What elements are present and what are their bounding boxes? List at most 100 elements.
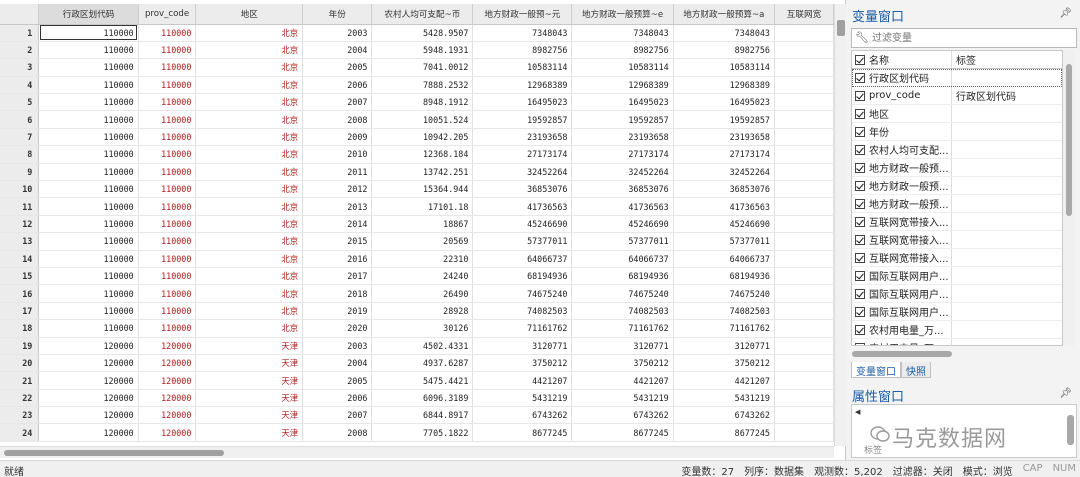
table-cell[interactable]: 36853076	[571, 180, 674, 199]
table-cell[interactable]: 26490	[371, 284, 474, 303]
table-cell[interactable]: 110000	[138, 284, 197, 303]
table-cell[interactable]	[774, 354, 834, 373]
table-cell[interactable]: 110000	[138, 93, 197, 112]
table-cell[interactable]: 2006	[302, 389, 373, 408]
table-cell[interactable]: 10583114	[472, 58, 573, 77]
variable-list-item[interactable]: 年份	[852, 123, 1062, 141]
table-cell[interactable]: 64066737	[472, 250, 573, 268]
table-cell[interactable]	[774, 423, 834, 442]
table-cell[interactable]: 110000	[38, 284, 139, 303]
table-cell[interactable]: 23193658	[571, 128, 674, 147]
variable-visible-checkbox[interactable]	[855, 108, 865, 119]
table-cell[interactable]: 18867	[371, 215, 474, 234]
variable-list-item[interactable]: prov_code 行政区划代码	[852, 87, 1062, 105]
variable-list-item[interactable]: 国际互联网用户...	[852, 285, 1062, 303]
table-cell[interactable]: 3750212	[472, 354, 573, 373]
table-cell[interactable]: 74675240	[571, 284, 674, 303]
table-cell[interactable]: 6096.3189	[371, 389, 474, 408]
table-cell[interactable]: 110000	[38, 197, 139, 216]
table-cell[interactable]: 2004	[302, 354, 373, 373]
table-cell[interactable]: 110000	[138, 76, 197, 95]
table-cell[interactable]: 北京	[195, 110, 304, 129]
tab-snapshots[interactable]: 快照	[901, 362, 931, 378]
table-cell[interactable]: 12968389	[673, 76, 775, 95]
table-cell[interactable]: 2003	[302, 337, 373, 355]
table-cell[interactable]: 2017	[302, 267, 373, 286]
row-number[interactable]: 4	[0, 76, 40, 95]
table-cell[interactable]: 110000	[138, 163, 197, 182]
expand-triangle-icon[interactable]: ◀	[855, 408, 860, 416]
variable-list-item[interactable]: 农村用电量_万...	[852, 339, 1062, 345]
table-cell[interactable]: 北京	[195, 302, 304, 321]
column-header[interactable]: prov_code	[138, 4, 197, 25]
table-cell[interactable]: 16495023	[472, 93, 573, 112]
table-cell[interactable]: 4421207	[472, 371, 573, 390]
row-number[interactable]: 24	[0, 423, 40, 442]
table-cell[interactable]: 北京	[195, 128, 304, 147]
table-cell[interactable]: 北京	[195, 250, 304, 268]
table-cell[interactable]	[774, 93, 834, 112]
table-cell[interactable]: 120000	[38, 337, 139, 355]
variable-list-item[interactable]: 互联网宽带接入...	[852, 231, 1062, 249]
table-cell[interactable]	[774, 284, 834, 303]
table-cell[interactable]: 5431219	[673, 389, 775, 408]
table-cell[interactable]: 12368.184	[371, 145, 474, 164]
table-cell[interactable]: 8677245	[673, 423, 775, 442]
variable-visible-checkbox[interactable]	[855, 270, 865, 281]
scrollbar-thumb[interactable]	[4, 450, 224, 456]
column-header[interactable]: 地区	[195, 4, 304, 25]
table-cell[interactable]: 110000	[138, 128, 197, 147]
table-cell[interactable]: 120000	[138, 337, 197, 355]
table-cell[interactable]: 7888.2532	[371, 76, 474, 95]
table-cell[interactable]: 7348043	[673, 24, 775, 42]
table-cell[interactable]: 30126	[371, 319, 474, 338]
table-cell[interactable]: 北京	[195, 197, 304, 216]
table-cell[interactable]: 2009	[302, 128, 373, 147]
table-cell[interactable]: 19592857	[472, 110, 573, 129]
row-number[interactable]: 14	[0, 250, 40, 268]
variable-list-item[interactable]: 农村人均可支配...	[852, 141, 1062, 159]
table-cell[interactable]: 北京	[195, 215, 304, 234]
table-cell[interactable]: 10942.205	[371, 128, 474, 147]
grid-vertical-scrollbar[interactable]	[834, 4, 846, 446]
data-grid[interactable]: 行政区划代码 prov_code 地区 年份 农村人均可支配~币 地方财政一般预~元 地方财…	[0, 4, 834, 446]
variable-visible-checkbox[interactable]	[855, 234, 865, 245]
table-cell[interactable]	[774, 232, 834, 251]
table-cell[interactable]: 110000	[38, 267, 139, 286]
table-cell[interactable]: 41736563	[673, 197, 775, 216]
row-number[interactable]: 23	[0, 406, 40, 425]
table-cell[interactable]: 北京	[195, 41, 304, 60]
row-number[interactable]: 18	[0, 319, 40, 338]
variable-list-horizontal-scrollbar[interactable]	[852, 350, 1062, 358]
grid-horizontal-scrollbar[interactable]	[0, 446, 834, 458]
properties-grid[interactable]: ◀ 马克数据网 标签	[851, 404, 1077, 458]
column-header[interactable]: 年份	[302, 4, 373, 25]
table-cell[interactable]: 15364.944	[371, 180, 474, 199]
column-header[interactable]: 地方财政一般预算~a	[673, 4, 775, 25]
table-cell[interactable]: 2007	[302, 93, 373, 112]
table-cell[interactable]: 120000	[138, 371, 197, 390]
table-cell[interactable]: 45246690	[571, 215, 674, 234]
table-cell[interactable]: 110000	[138, 215, 197, 234]
variable-visible-checkbox[interactable]	[855, 144, 865, 155]
table-cell[interactable]: 74082503	[571, 302, 674, 321]
table-cell[interactable]: 71161762	[472, 319, 573, 338]
row-number[interactable]: 3	[0, 58, 40, 77]
select-all-checkbox[interactable]	[855, 54, 865, 65]
table-cell[interactable]: 71161762	[673, 319, 775, 338]
column-header[interactable]: 地方财政一般预算~e	[571, 4, 674, 25]
row-number[interactable]: 6	[0, 110, 40, 129]
table-cell[interactable]: 2014	[302, 215, 373, 234]
table-cell[interactable]: 5948.1931	[371, 41, 474, 60]
variable-list-item[interactable]: 国际互联网用户...	[852, 267, 1062, 285]
table-cell[interactable]: 27173174	[673, 145, 775, 164]
table-cell[interactable]: 57377011	[673, 232, 775, 251]
table-cell[interactable]	[774, 163, 834, 182]
table-cell[interactable]: 2006	[302, 76, 373, 95]
table-cell[interactable]: 2008	[302, 110, 373, 129]
row-number[interactable]: 2	[0, 41, 40, 60]
table-cell[interactable]: 110000	[138, 180, 197, 199]
table-cell[interactable]: 6743262	[673, 406, 775, 425]
table-cell[interactable]: 110000	[38, 110, 139, 129]
variable-list-item[interactable]: 地方财政一般预...	[852, 159, 1062, 177]
